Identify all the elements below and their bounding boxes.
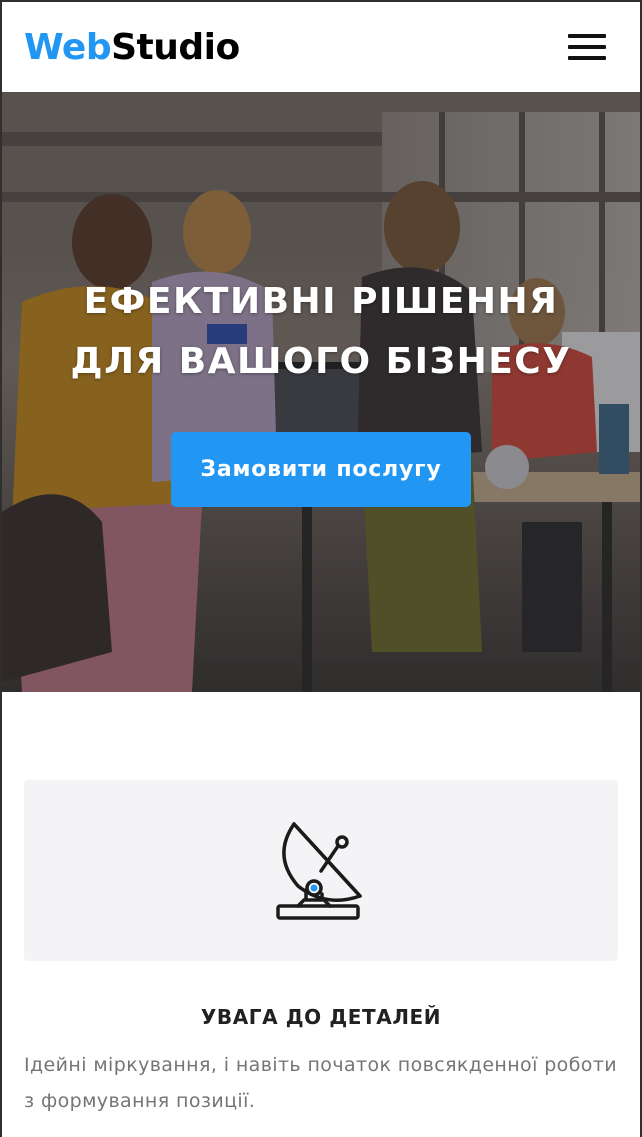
menu-bar-line <box>568 56 606 60</box>
logo[interactable]: WebStudio <box>24 27 240 68</box>
order-service-button[interactable]: Замовити послугу <box>171 432 471 507</box>
menu-bar-line <box>568 45 606 49</box>
hero-title: ЕФЕКТИВНІ РІШЕННЯ ДЛЯ ВАШОГО БІЗНЕСУ <box>70 281 572 382</box>
satellite-dish-icon <box>266 816 376 926</box>
site-header: WebStudio <box>2 2 640 92</box>
feature-icon-card <box>24 780 618 961</box>
feature-description: Ідейні міркування, і навіть початок повс… <box>24 1054 618 1112</box>
logo-accent-text: Web <box>24 26 112 68</box>
feature-title: УВАГА ДО ДЕТАЛЕЙ <box>200 1005 442 1029</box>
page: WebStudio ЕФЕКТИВНІ РІШЕННЯ ДЛЯ ВАШОГО Б… <box>0 0 642 1137</box>
hero-section: ЕФЕКТИВНІ РІШЕННЯ ДЛЯ ВАШОГО БІЗНЕСУ Зам… <box>2 92 640 692</box>
hamburger-menu-icon[interactable] <box>568 34 606 60</box>
menu-bar-line <box>568 34 606 38</box>
logo-main-text: Studio <box>111 26 240 68</box>
hero-content: ЕФЕКТИВНІ РІШЕННЯ ДЛЯ ВАШОГО БІЗНЕСУ Зам… <box>2 272 640 507</box>
feature-section: УВАГА ДО ДЕТАЛЕЙ Ідейні міркування, і на… <box>2 692 640 1119</box>
